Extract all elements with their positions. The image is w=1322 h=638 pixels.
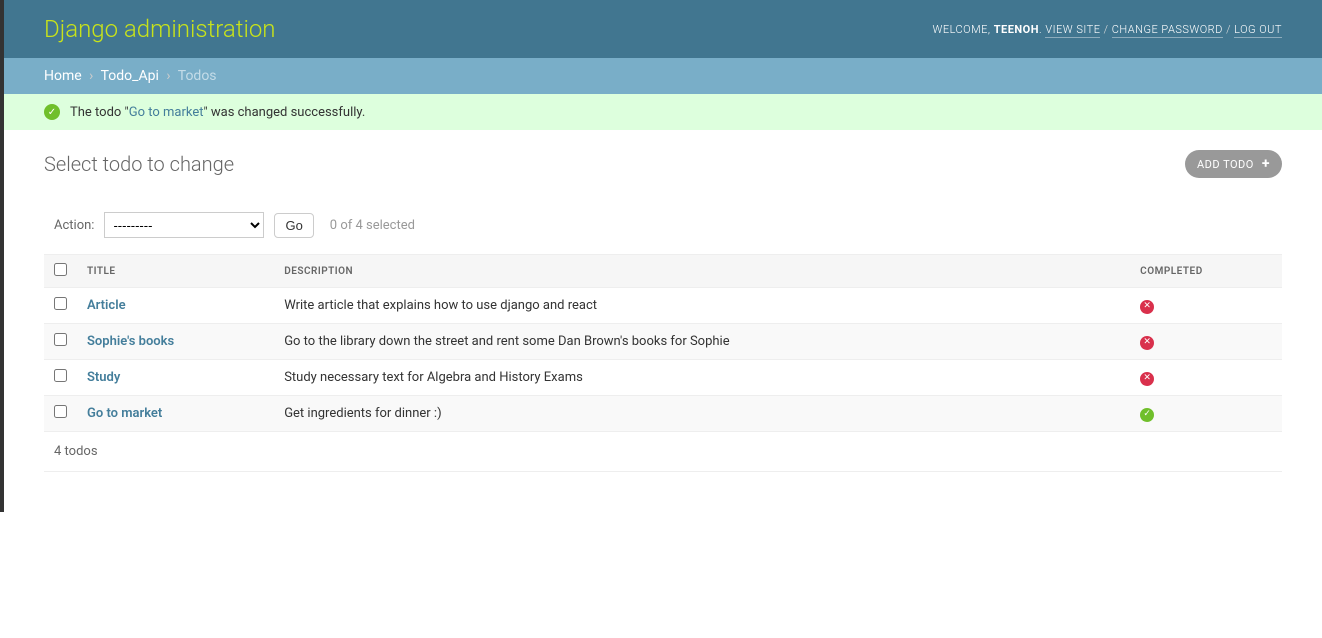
action-select[interactable]: --------- — [104, 212, 264, 238]
row-description: Write article that explains how to use d… — [274, 288, 1130, 324]
table-row: Article Write article that explains how t… — [44, 288, 1282, 324]
header: Django administration WELCOME, TEENOH. V… — [4, 0, 1322, 58]
header-completed[interactable]: COMPLETED — [1130, 255, 1282, 288]
content: Select todo to change ADD TODO + Action:… — [4, 130, 1322, 512]
username: TEENOH — [994, 23, 1039, 36]
action-counter: 0 of 4 selected — [330, 218, 415, 233]
cross-icon: ✕ — [1140, 336, 1154, 350]
success-message: ✓ The todo "Go to market" was changed su… — [4, 94, 1322, 130]
breadcrumb-home[interactable]: Home — [44, 68, 82, 84]
row-checkbox-cell — [44, 288, 77, 324]
header-checkbox-cell — [44, 255, 77, 288]
message-object-link[interactable]: Go to market — [129, 105, 204, 120]
paginator: 4 todos — [44, 432, 1282, 472]
row-checkbox[interactable] — [54, 333, 67, 346]
row-checkbox[interactable] — [54, 369, 67, 382]
site-name[interactable]: Django administration — [44, 15, 276, 43]
select-all-checkbox[interactable] — [54, 263, 67, 276]
row-description: Study necessary text for Algebra and His… — [274, 360, 1130, 396]
breadcrumb-current: Todos — [178, 68, 217, 84]
row-completed: ✕ — [1130, 288, 1282, 324]
add-todo-label: ADD TODO — [1197, 158, 1254, 171]
row-checkbox-cell — [44, 396, 77, 432]
message-suffix: " was changed successfully. — [203, 105, 365, 120]
row-title-cell: Go to market — [77, 396, 274, 432]
add-todo-button[interactable]: ADD TODO + — [1185, 150, 1282, 178]
actions-bar: Action: --------- Go 0 of 4 selected — [44, 202, 1282, 248]
row-title-link[interactable]: Study — [87, 370, 120, 385]
row-title-link[interactable]: Article — [87, 298, 126, 313]
welcome-text: WELCOME, — [932, 23, 990, 36]
header-description[interactable]: DESCRIPTION — [274, 255, 1130, 288]
table-row: Study Study necessary text for Algebra an… — [44, 360, 1282, 396]
breadcrumb-app[interactable]: Todo_Api — [101, 68, 159, 84]
table-row: Sophie's books Go to the library down the… — [44, 324, 1282, 360]
message-prefix: The todo " — [70, 105, 129, 120]
go-button[interactable]: Go — [274, 213, 313, 238]
row-checkbox[interactable] — [54, 297, 67, 310]
row-title-link[interactable]: Sophie's books — [87, 334, 174, 349]
row-description: Go to the library down the street and re… — [274, 324, 1130, 360]
table-row: Go to market Get ingredients for dinner :… — [44, 396, 1282, 432]
cross-icon: ✕ — [1140, 372, 1154, 386]
action-label: Action: — [54, 218, 94, 233]
row-title-cell: Sophie's books — [77, 324, 274, 360]
header-title[interactable]: TITLE — [77, 255, 274, 288]
view-site-link[interactable]: VIEW SITE — [1045, 23, 1100, 38]
row-completed: ✕ — [1130, 324, 1282, 360]
row-checkbox-cell — [44, 360, 77, 396]
check-icon: ✓ — [44, 104, 60, 120]
logout-link[interactable]: LOG OUT — [1234, 23, 1282, 38]
user-tools: WELCOME, TEENOH. VIEW SITE / CHANGE PASS… — [932, 23, 1282, 36]
row-description: Get ingredients for dinner :) — [274, 396, 1130, 432]
plus-icon: + — [1262, 157, 1270, 171]
results-table: TITLE DESCRIPTION COMPLETED Article Write… — [44, 254, 1282, 432]
row-completed: ✓ — [1130, 396, 1282, 432]
cross-icon: ✕ — [1140, 300, 1154, 314]
row-checkbox-cell — [44, 324, 77, 360]
check-icon: ✓ — [1140, 408, 1154, 422]
row-completed: ✕ — [1130, 360, 1282, 396]
row-title-cell: Article — [77, 288, 274, 324]
row-title-cell: Study — [77, 360, 274, 396]
row-title-link[interactable]: Go to market — [87, 406, 162, 421]
row-checkbox[interactable] — [54, 405, 67, 418]
breadcrumb: Home › Todo_Api › Todos — [4, 58, 1322, 94]
page-title: Select todo to change — [44, 152, 234, 176]
change-password-link[interactable]: CHANGE PASSWORD — [1112, 23, 1223, 38]
